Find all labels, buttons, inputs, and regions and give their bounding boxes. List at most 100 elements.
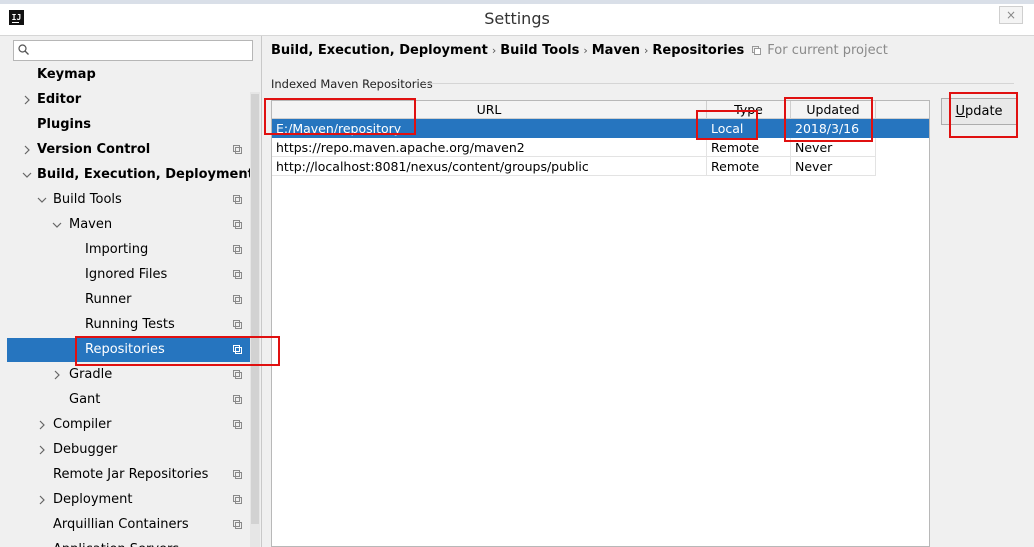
update-label-rest: pdate <box>964 104 1003 119</box>
breadcrumb-item: Build Tools <box>500 43 580 58</box>
search-icon <box>18 44 29 55</box>
column-header-url[interactable]: URL <box>272 101 707 119</box>
cell-updated: Never <box>791 157 876 176</box>
sidebar-item-gant[interactable]: Gant <box>7 388 250 412</box>
column-header-type[interactable]: Type <box>707 101 791 119</box>
breadcrumb-separator: › <box>491 44 497 57</box>
settings-sidebar: Keymap Editor Plugins Version Control Build,… <box>0 36 262 547</box>
project-settings-icon <box>233 470 242 479</box>
sidebar-item-label: Importing <box>85 242 149 257</box>
sidebar-item-application-servers[interactable]: Application Servers <box>7 538 250 547</box>
sidebar-item-repositories[interactable]: Repositories <box>7 338 250 362</box>
cell-type: Remote <box>707 138 791 157</box>
title-bar-strip <box>0 0 1034 4</box>
sidebar-item-label: Gradle <box>69 367 113 382</box>
chevron-right-icon[interactable] <box>37 445 47 455</box>
sidebar-item-label: Build, Execution, Deployment <box>37 167 254 182</box>
cell-url: E:/Maven/repository <box>272 119 707 138</box>
section-label: Indexed Maven Repositories <box>271 77 433 91</box>
project-settings-icon <box>233 195 242 204</box>
sidebar-item-label: Running Tests <box>85 317 175 332</box>
sidebar-item-importing[interactable]: Importing <box>7 238 250 262</box>
chevron-right-icon[interactable] <box>37 495 47 505</box>
sidebar-item-label: Keymap <box>37 67 96 82</box>
sidebar-item-label: Debugger <box>53 442 118 457</box>
cell-url: https://repo.maven.apache.org/maven2 <box>272 138 707 157</box>
search-field[interactable] <box>32 42 251 60</box>
search-input[interactable] <box>13 40 253 61</box>
sidebar-item-maven[interactable]: Maven <box>7 213 250 237</box>
column-header-updated[interactable]: Updated <box>791 101 876 119</box>
sidebar-item-gradle[interactable]: Gradle <box>7 363 250 387</box>
project-settings-icon <box>233 395 242 404</box>
cell-type: Local <box>707 119 791 138</box>
project-settings-icon <box>233 345 242 354</box>
sidebar-item-label: Compiler <box>53 417 112 432</box>
cell-updated: Never <box>791 138 876 157</box>
update-mnemonic: U <box>955 104 965 119</box>
project-settings-icon <box>233 245 242 254</box>
sidebar-item-compiler[interactable]: Compiler <box>7 413 250 437</box>
sidebar-item-build-execution-deployment[interactable]: Build, Execution, Deployment <box>7 163 254 187</box>
title-bar: IJ Settings × <box>0 0 1034 36</box>
sidebar-item-ignored-files[interactable]: Ignored Files <box>7 263 250 287</box>
sidebar-item-remote-jar-repositories[interactable]: Remote Jar Repositories <box>7 463 250 487</box>
sidebar-item-label: Plugins <box>37 117 91 132</box>
sidebar-item-version-control[interactable]: Version Control <box>7 138 250 162</box>
chevron-right-icon[interactable] <box>22 95 32 105</box>
sidebar-item-plugins[interactable]: Plugins <box>7 113 250 137</box>
sidebar-item-keymap[interactable]: Keymap <box>7 63 250 87</box>
sidebar-item-label: Runner <box>85 292 132 307</box>
chevron-down-icon[interactable] <box>52 220 62 230</box>
chevron-right-icon[interactable] <box>22 145 32 155</box>
sidebar-scroll-thumb[interactable] <box>251 94 259 524</box>
sidebar-item-arquillian-containers[interactable]: Arquillian Containers <box>7 513 250 537</box>
sidebar-item-label: Ignored Files <box>85 267 168 282</box>
sidebar-item-deployment[interactable]: Deployment <box>7 488 250 512</box>
window-title: Settings <box>484 9 550 28</box>
sidebar-item-editor[interactable]: Editor <box>7 88 250 112</box>
table-row[interactable]: E:/Maven/repository Local 2018/3/16 <box>272 119 929 138</box>
close-icon[interactable]: × <box>999 6 1023 24</box>
chevron-down-icon[interactable] <box>22 170 32 180</box>
table-row[interactable]: http://localhost:8081/nexus/content/grou… <box>272 157 929 176</box>
project-settings-icon <box>752 46 762 55</box>
breadcrumb-item: Build, Execution, Deployment <box>271 43 488 58</box>
sidebar-item-running-tests[interactable]: Running Tests <box>7 313 250 337</box>
repositories-table[interactable]: URL Type Updated E:/Maven/repository Loc… <box>271 100 930 547</box>
update-button[interactable]: Update <box>941 98 1017 125</box>
chevron-right-icon[interactable] <box>52 370 62 380</box>
window-edge <box>1020 36 1034 547</box>
sidebar-item-label: Maven <box>69 217 113 232</box>
sidebar-item-label: Arquillian Containers <box>53 517 189 532</box>
sidebar-item-label: Build Tools <box>53 192 122 207</box>
sidebar-item-build-tools[interactable]: Build Tools <box>7 188 250 212</box>
breadcrumb-separator: › <box>644 44 649 57</box>
chevron-right-icon[interactable] <box>37 420 47 430</box>
sidebar-item-debugger[interactable]: Debugger <box>7 438 250 462</box>
project-settings-icon <box>233 320 242 329</box>
sidebar-item-label: Deployment <box>53 492 133 507</box>
breadcrumb-separator: › <box>583 44 588 57</box>
breadcrumb: Build, Execution, Deployment › Build Tools… <box>271 43 888 61</box>
project-settings-icon <box>233 370 242 379</box>
sidebar-item-label: Gant <box>69 392 101 407</box>
sidebar-item-label: Version Control <box>37 142 151 157</box>
sidebar-item-label: Editor <box>37 92 82 107</box>
project-settings-icon <box>233 145 242 154</box>
chevron-down-icon[interactable] <box>37 195 47 205</box>
scope-hint: For current project <box>767 43 888 58</box>
cell-updated: 2018/3/16 <box>791 119 876 138</box>
sidebar-item-runner[interactable]: Runner <box>7 288 250 312</box>
table-row[interactable]: https://repo.maven.apache.org/maven2 Rem… <box>272 138 929 157</box>
cell-type: Remote <box>707 157 791 176</box>
project-settings-icon <box>233 270 242 279</box>
section-divider <box>424 83 1014 84</box>
sidebar-item-label: Repositories <box>85 342 165 357</box>
breadcrumb-item: Repositories <box>652 43 745 58</box>
breadcrumb-item: Maven <box>591 43 641 58</box>
sidebar-item-label: Application Servers <box>53 538 179 547</box>
project-settings-icon <box>233 295 242 304</box>
project-settings-icon <box>233 520 242 529</box>
project-settings-icon <box>233 220 242 229</box>
